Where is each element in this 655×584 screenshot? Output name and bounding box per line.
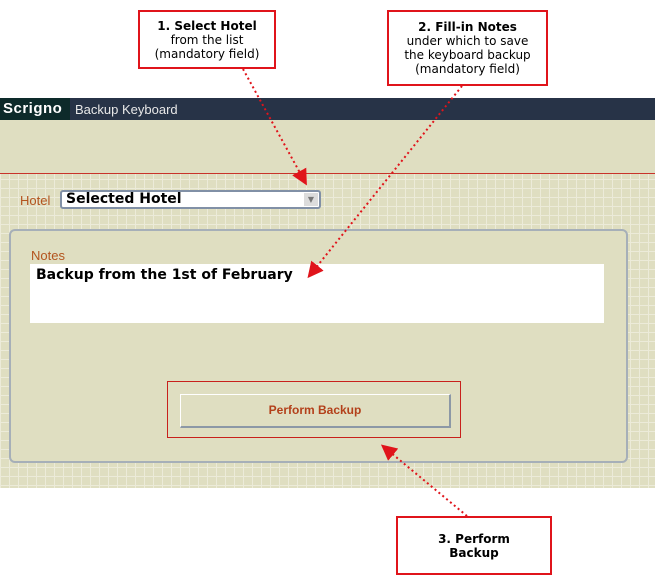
annotation-arrows (242, 68, 468, 517)
arrow-1 (242, 68, 307, 186)
arrow-3 (380, 444, 468, 517)
arrow-2 (307, 85, 463, 279)
